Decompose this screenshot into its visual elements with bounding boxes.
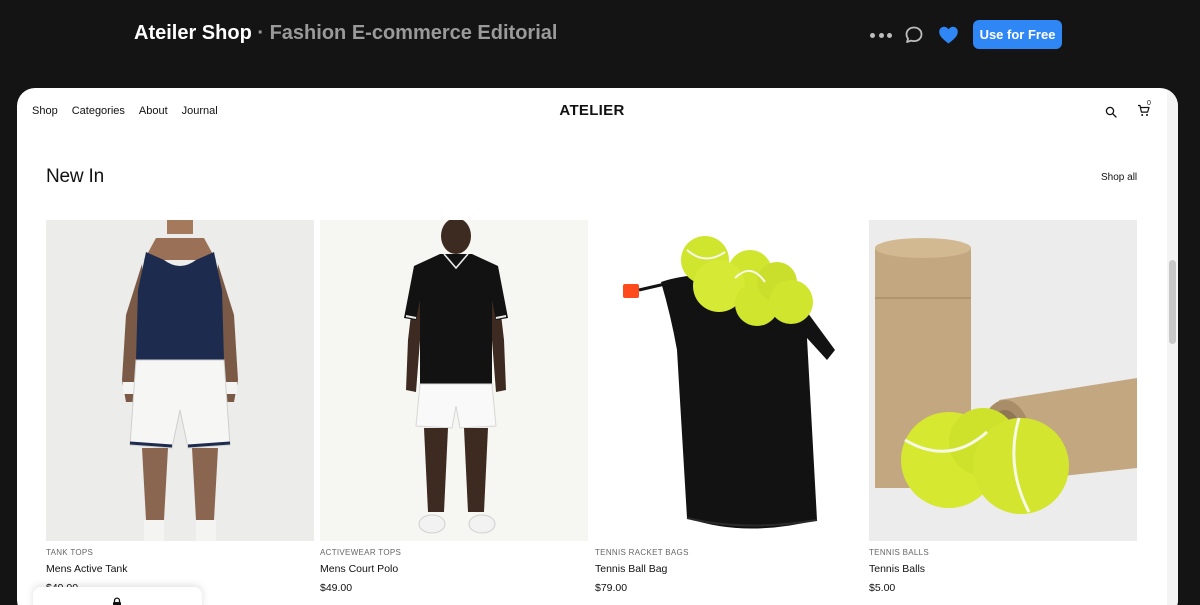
- shop-all-link[interactable]: Shop all: [1101, 172, 1137, 183]
- top-bar: Ateiler Shop · Fashion E-commerce Editor…: [0, 0, 1200, 70]
- product-name[interactable]: Tennis Balls: [869, 563, 925, 575]
- title-separator: ·: [257, 22, 265, 44]
- section-title: New In: [46, 166, 104, 187]
- product-image-tennis-balls[interactable]: [869, 220, 1137, 541]
- product-grid: TANK TOPS Mens Active Tank $49.00: [46, 220, 1138, 594]
- page-title: Ateiler Shop · Fashion E-commerce Editor…: [134, 22, 557, 45]
- product-category: TANK TOPS: [46, 548, 94, 557]
- shop-preview: Shop Categories About Journal ATELIER 0 …: [17, 88, 1178, 605]
- use-for-free-button[interactable]: Use for Free: [973, 20, 1062, 49]
- product-price: $79.00: [595, 582, 628, 594]
- product-image-polo[interactable]: [320, 220, 588, 541]
- shop-nav: Shop Categories About Journal ATELIER 0: [17, 88, 1178, 134]
- cart-count-badge: 0: [1147, 100, 1151, 107]
- product-name[interactable]: Tennis Ball Bag: [595, 563, 667, 575]
- heart-icon[interactable]: [938, 25, 959, 50]
- product-price: $49.00: [320, 582, 353, 594]
- scrollbar[interactable]: [1167, 88, 1178, 605]
- template-name: Ateiler Shop: [134, 22, 252, 44]
- brand-logo[interactable]: ATELIER: [17, 102, 1167, 119]
- product-image-ball-bag[interactable]: [595, 220, 863, 541]
- search-icon[interactable]: [1105, 105, 1117, 123]
- product-category: TENNIS RACKET BAGS: [595, 548, 689, 557]
- product-category: TENNIS BALLS: [869, 548, 930, 557]
- product-name[interactable]: Mens Active Tank: [46, 563, 128, 575]
- scrollbar-thumb[interactable]: [1169, 260, 1176, 344]
- product-category: ACTIVEWEAR TOPS: [320, 548, 402, 557]
- lock-icon: [112, 596, 122, 605]
- bottom-popup[interactable]: [33, 587, 202, 605]
- product-image-tank[interactable]: [46, 220, 314, 541]
- product-name[interactable]: Mens Court Polo: [320, 563, 398, 575]
- comment-icon[interactable]: [904, 25, 924, 50]
- template-subtitle: Fashion E-commerce Editorial: [269, 22, 558, 44]
- more-dots-icon[interactable]: [870, 24, 892, 46]
- product-price: $5.00: [869, 582, 896, 594]
